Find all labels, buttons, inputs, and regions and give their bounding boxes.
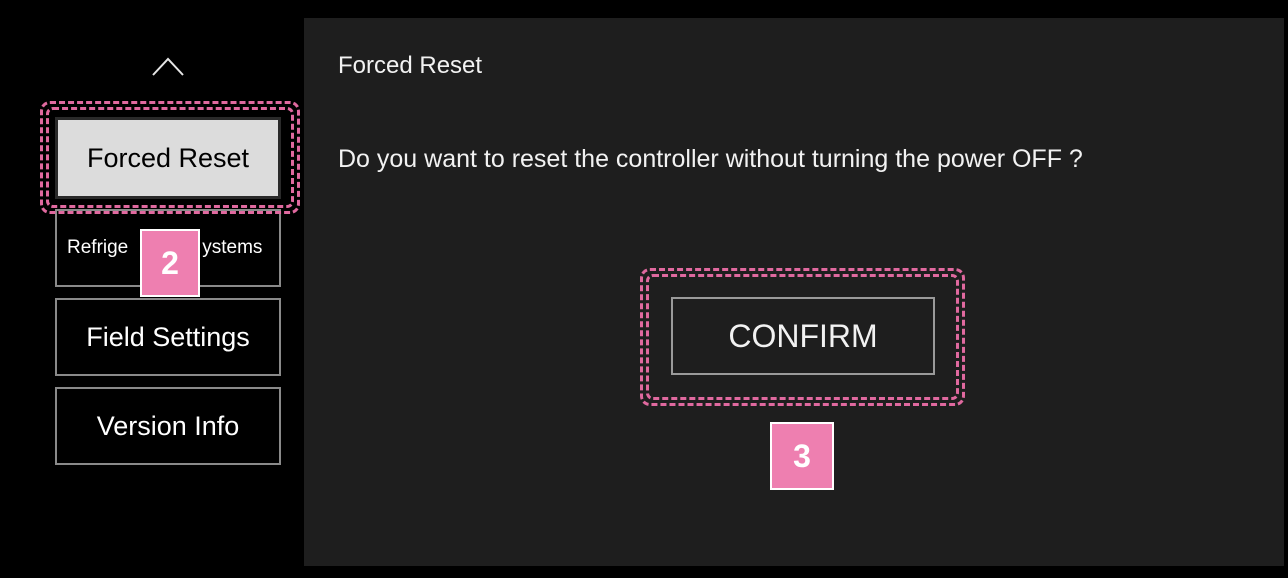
page-title: Forced Reset xyxy=(338,52,483,79)
sidebar-item-field-settings[interactable]: Field Settings xyxy=(55,298,281,376)
chevron-up-icon[interactable] xyxy=(148,52,188,80)
reset-question-text: Do you want to reset the controller with… xyxy=(338,145,1083,173)
forced-reset-highlight xyxy=(40,101,300,214)
sidebar-item-label: Field Settings xyxy=(86,321,250,352)
step-3-badge: 3 xyxy=(770,422,834,490)
step-2-badge: 2 xyxy=(140,229,200,297)
sidebar-item-label-left: Refrige xyxy=(67,237,129,258)
sidebar-item-label: Version Info xyxy=(96,410,240,441)
confirm-highlight xyxy=(640,268,965,406)
sidebar-item-label-right: ystems xyxy=(202,237,263,258)
sidebar-item-version-info[interactable]: Version Info xyxy=(55,387,281,465)
